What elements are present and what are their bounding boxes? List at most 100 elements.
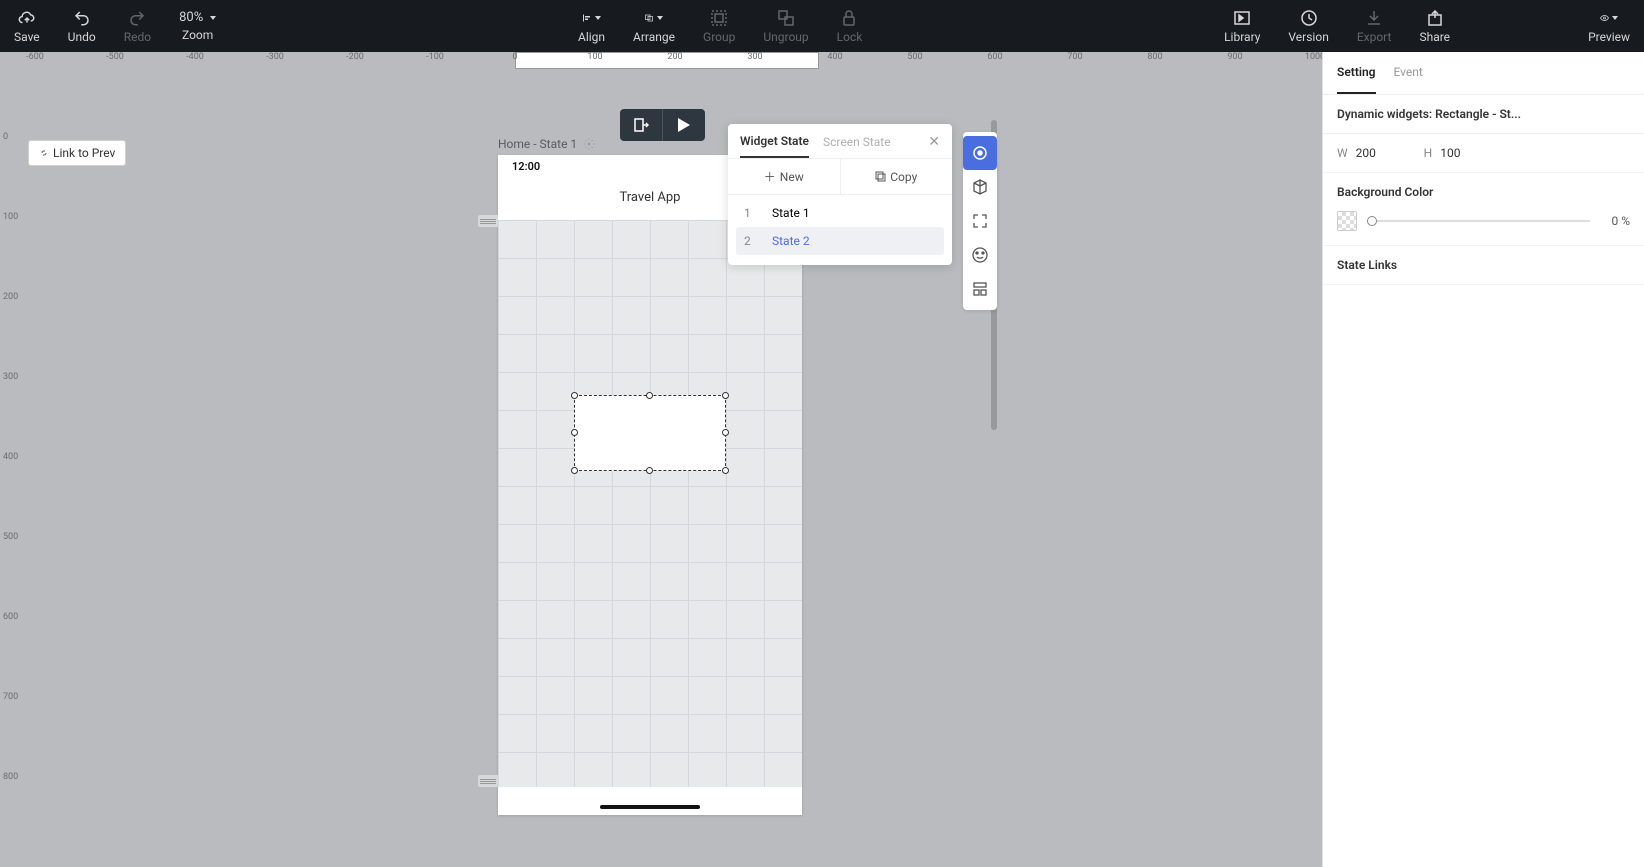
- align-label: Align: [578, 30, 605, 44]
- dock-face-icon[interactable]: [963, 238, 997, 272]
- page-handle-bottom[interactable]: [478, 775, 498, 787]
- height-input[interactable]: 100: [1440, 146, 1470, 160]
- size-row: W 200 H 100: [1323, 134, 1644, 173]
- group-label: Group: [703, 30, 735, 44]
- home-indicator: [600, 805, 700, 809]
- selected-rectangle[interactable]: [574, 395, 726, 471]
- resize-handle-ml[interactable]: [571, 429, 578, 436]
- align-icon: [583, 9, 601, 27]
- height-label: H: [1424, 146, 1433, 160]
- group-button[interactable]: Group: [689, 3, 749, 50]
- arrange-icon: [645, 9, 663, 27]
- ruler-horizontal[interactable]: -700-600-500-400-300-200-100010020030040…: [17, 52, 1322, 69]
- link-to-prev-button[interactable]: Link to Prev: [28, 140, 126, 166]
- status-time: 12:00: [512, 160, 540, 173]
- vertical-dock: [963, 132, 997, 310]
- new-label: New: [780, 170, 804, 184]
- resize-handle-tm[interactable]: [646, 392, 653, 399]
- resize-handle-tr[interactable]: [722, 392, 729, 399]
- redo-button[interactable]: Redo: [110, 3, 165, 50]
- tab-screen-state[interactable]: Screen State: [823, 135, 891, 157]
- background-color-row: 0 %: [1323, 205, 1644, 246]
- width-label: W: [1337, 146, 1348, 160]
- export-button[interactable]: Export: [1343, 3, 1406, 50]
- dock-layout-icon[interactable]: [963, 272, 997, 306]
- widget-state-panel: Widget State Screen State ✕ ＋ New Copy 1 …: [728, 124, 952, 265]
- resize-handle-bm[interactable]: [646, 467, 653, 474]
- exit-button[interactable]: [620, 109, 662, 141]
- dock-expand-icon[interactable]: [963, 204, 997, 238]
- chevron-down-icon: [1612, 16, 1618, 20]
- opacity-value[interactable]: 0 %: [1600, 214, 1630, 228]
- state-label: State 2: [772, 234, 810, 248]
- redo-icon: [128, 9, 146, 27]
- version-button[interactable]: Version: [1274, 3, 1342, 50]
- library-label: Library: [1224, 30, 1260, 44]
- version-icon: [1300, 9, 1318, 27]
- dynamic-widgets-title: Dynamic widgets: Rectangle - St...: [1323, 95, 1644, 134]
- lock-button[interactable]: Lock: [823, 3, 877, 50]
- top-toolbar: Save Undo Redo 80% Zoom Align: [0, 0, 1644, 52]
- tab-event[interactable]: Event: [1394, 52, 1423, 94]
- opacity-slider[interactable]: [1367, 220, 1590, 222]
- state-label: State 1: [772, 206, 810, 220]
- state-item-1[interactable]: 1 State 1: [736, 199, 944, 227]
- link-prev-label: Link to Prev: [53, 146, 115, 160]
- state-item-2[interactable]: 2 State 2: [736, 227, 944, 255]
- ruler-vertical[interactable]: 0100200300400500600700800: [0, 69, 17, 867]
- slider-thumb[interactable]: [1367, 216, 1377, 226]
- width-input[interactable]: 200: [1356, 146, 1386, 160]
- ungroup-icon: [777, 9, 795, 27]
- artboard-title: Home - State 1: [498, 137, 577, 151]
- ungroup-button[interactable]: Ungroup: [749, 3, 822, 50]
- undo-button[interactable]: Undo: [54, 3, 110, 50]
- redo-label: Redo: [124, 30, 151, 44]
- resize-handle-br[interactable]: [722, 467, 729, 474]
- new-state-button[interactable]: ＋ New: [728, 159, 840, 194]
- cloud-upload-icon: [18, 9, 36, 27]
- resize-handle-tl[interactable]: [571, 392, 578, 399]
- save-label: Save: [14, 30, 40, 44]
- dock-cube-icon[interactable]: [963, 170, 997, 204]
- color-swatch[interactable]: [1337, 211, 1357, 231]
- arrange-button[interactable]: Arrange: [619, 3, 689, 50]
- zoom-label: Zoom: [182, 28, 213, 42]
- state-links-label: State Links: [1323, 246, 1644, 285]
- resize-handle-bl[interactable]: [571, 467, 578, 474]
- canvas[interactable]: -700-600-500-400-300-200-100010020030040…: [0, 52, 1322, 867]
- chevron-down-icon: [657, 16, 663, 20]
- resize-handle-mr[interactable]: [722, 429, 729, 436]
- dock-target-icon[interactable]: [963, 136, 997, 170]
- close-icon[interactable]: ✕: [928, 134, 940, 158]
- save-button[interactable]: Save: [0, 3, 54, 50]
- copy-state-button[interactable]: Copy: [840, 159, 953, 194]
- share-button[interactable]: Share: [1405, 3, 1464, 50]
- eye-icon: [1600, 9, 1618, 27]
- background-color-label: Background Color: [1323, 173, 1644, 205]
- plus-icon: ＋: [764, 168, 776, 185]
- arrange-label: Arrange: [633, 30, 675, 44]
- undo-label: Undo: [68, 30, 96, 44]
- ruler-corner: [0, 52, 17, 69]
- state-num: 2: [744, 234, 754, 248]
- zoom-dropdown[interactable]: 80% Zoom: [165, 4, 230, 48]
- library-button[interactable]: Library: [1210, 3, 1274, 50]
- state-num: 1: [744, 206, 754, 220]
- ungroup-label: Ungroup: [763, 30, 808, 44]
- tab-setting[interactable]: Setting: [1337, 52, 1376, 94]
- play-button[interactable]: [663, 109, 705, 141]
- undo-icon: [73, 9, 91, 27]
- tab-widget-state[interactable]: Widget State: [740, 134, 809, 158]
- group-icon: [710, 9, 728, 27]
- share-label: Share: [1419, 30, 1450, 44]
- zoom-value: 80%: [179, 10, 203, 25]
- preview-button[interactable]: Preview: [1574, 3, 1644, 50]
- gear-icon[interactable]: [583, 138, 595, 150]
- align-button[interactable]: Align: [564, 3, 619, 50]
- library-icon: [1233, 9, 1251, 27]
- page-handle-top[interactable]: [478, 215, 498, 227]
- preview-label: Preview: [1588, 30, 1630, 44]
- export-label: Export: [1357, 30, 1392, 44]
- version-label: Version: [1288, 30, 1328, 44]
- export-icon: [1365, 9, 1383, 27]
